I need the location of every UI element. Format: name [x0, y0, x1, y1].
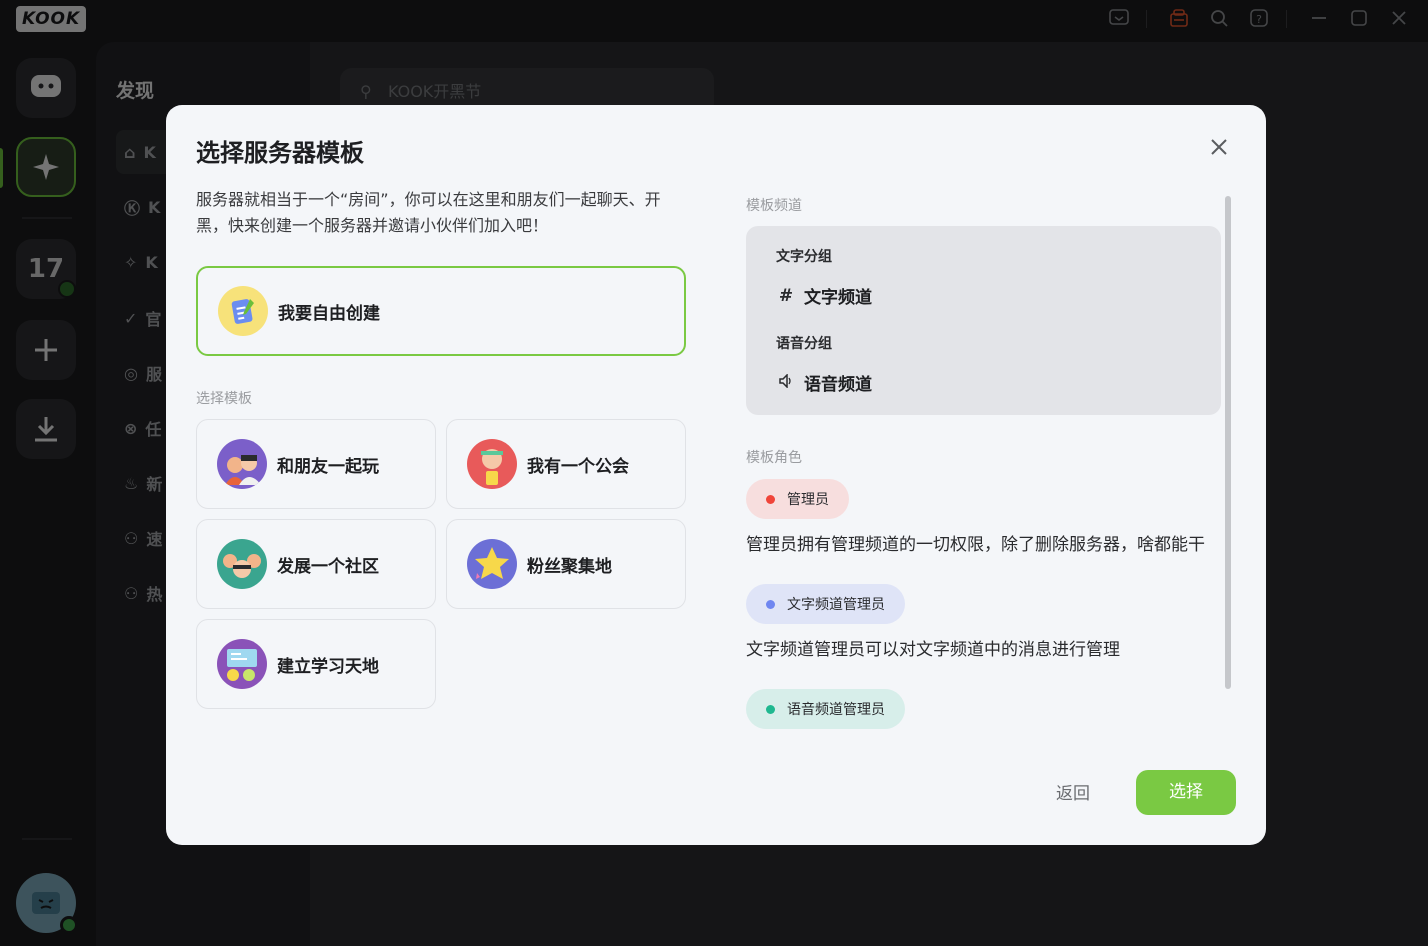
- free-create-label: 我要自由创建: [278, 303, 380, 324]
- role-name: 语音频道管理员: [787, 702, 885, 718]
- free-create-card[interactable]: 我要自由创建: [196, 266, 686, 356]
- templates-section-label: 选择模板: [196, 391, 252, 407]
- voice-channel-label: 语音频道: [804, 375, 872, 395]
- roles-section-label: 模板角色: [746, 450, 802, 466]
- hash-icon: #: [778, 285, 794, 306]
- modal-intro-text: 服务器就相当于一个“房间”，你可以在这里和朋友们一起聊天、开黑，快来创建一个服务…: [196, 190, 661, 235]
- select-button[interactable]: 选择: [1136, 770, 1236, 815]
- voice-channel-item: 语音频道: [778, 370, 872, 395]
- voice-group-label: 语音分组: [776, 336, 832, 352]
- template-modal: 选择服务器模板 服务器就相当于一个“房间”，你可以在这里和朋友们一起聊天、开黑，…: [166, 105, 1266, 845]
- friends-icon: [217, 439, 267, 489]
- channel-preview-box: 文字分组 # 文字频道 语音分组 语音频道: [746, 226, 1221, 415]
- template-preview[interactable]: 模板频道 文字分组 # 文字频道 语音分组 语音频道 模板角色 管理员 管理员拥…: [746, 195, 1226, 795]
- role-color-dot: [766, 494, 775, 504]
- role-tag-text-admin: 文字频道管理员: [746, 584, 905, 624]
- template-label: 和朋友一起玩: [277, 456, 379, 477]
- role-name: 文字频道管理员: [787, 597, 885, 613]
- role-tag-voice-admin: 语音频道管理员: [746, 689, 905, 729]
- back-button[interactable]: 返回: [1056, 779, 1090, 804]
- template-label: 建立学习天地: [277, 656, 379, 677]
- role-description: 文字频道管理员可以对文字频道中的消息进行管理: [746, 640, 1120, 660]
- modal-close-button[interactable]: [1206, 135, 1232, 161]
- text-channel-label: 文字频道: [804, 288, 872, 308]
- study-icon: [217, 639, 267, 689]
- guild-icon: [467, 439, 517, 489]
- role-tag-admin: 管理员: [746, 479, 849, 519]
- speaker-icon: [778, 372, 794, 393]
- text-group-label: 文字分组: [776, 249, 832, 265]
- template-card-guild[interactable]: 我有一个公会: [446, 419, 686, 509]
- role-color-dot: [766, 704, 775, 714]
- channels-section-label: 模板频道: [746, 198, 802, 214]
- template-label: 发展一个社区: [277, 556, 379, 577]
- community-icon: [217, 539, 267, 589]
- template-label: 粉丝聚集地: [527, 556, 612, 577]
- role-name: 管理员: [787, 492, 829, 508]
- preview-scrollbar[interactable]: [1225, 196, 1231, 689]
- template-card-friends[interactable]: 和朋友一起玩: [196, 419, 436, 509]
- template-card-community[interactable]: 发展一个社区: [196, 519, 436, 609]
- role-color-dot: [766, 599, 775, 609]
- template-card-fans[interactable]: 粉丝聚集地: [446, 519, 686, 609]
- modal-title: 选择服务器模板: [196, 139, 364, 167]
- notepad-icon: [218, 286, 268, 336]
- close-icon: [1211, 139, 1227, 155]
- template-card-study[interactable]: 建立学习天地: [196, 619, 436, 709]
- template-label: 我有一个公会: [527, 456, 629, 477]
- text-channel-item: # 文字频道: [778, 283, 872, 309]
- star-icon: [467, 539, 517, 589]
- role-description: 管理员拥有管理频道的一切权限，除了删除服务器，啥都能干: [746, 535, 1205, 555]
